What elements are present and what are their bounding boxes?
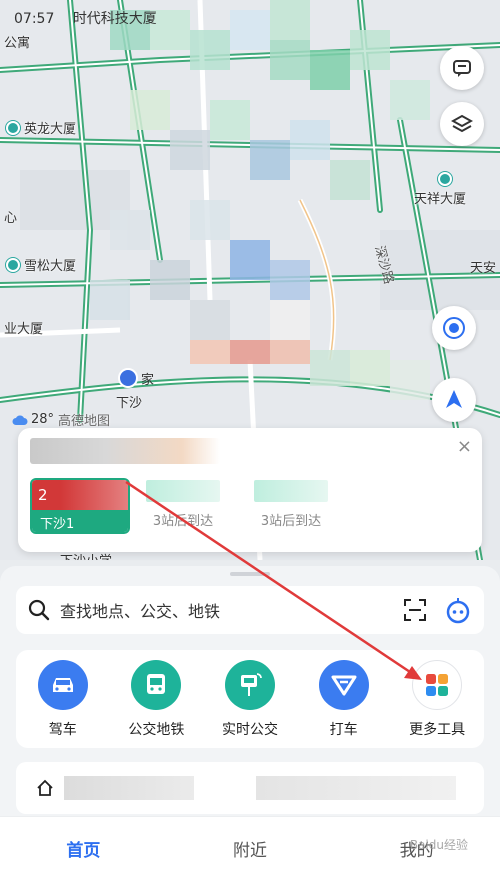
- home-icon: [118, 368, 138, 388]
- blurred-recent: [256, 776, 456, 800]
- map-label: 业大厦: [4, 322, 44, 337]
- car-icon: [37, 660, 88, 710]
- navigate-button[interactable]: [432, 378, 476, 422]
- message-button[interactable]: [440, 46, 484, 90]
- taxi-icon: [318, 660, 369, 710]
- map-label: 天安: [470, 261, 497, 276]
- status-bar: 07:57 时代科技大厦: [14, 8, 157, 28]
- voice-assistant-icon[interactable]: [444, 596, 472, 624]
- eta-text: 3站后到达: [152, 514, 214, 529]
- search-bar[interactable]: 查找地点、公交、地铁: [16, 586, 484, 634]
- stop-name: 下沙1: [40, 516, 75, 532]
- tool-label: 更多工具: [409, 722, 466, 738]
- home-marker[interactable]: 家: [118, 368, 154, 388]
- bus-stop-chip[interactable]: 2 下沙1: [30, 478, 130, 534]
- blurred-bus-name: [146, 480, 220, 502]
- poi-pin-icon: [438, 172, 452, 186]
- poi-pin-icon: [6, 120, 20, 135]
- locate-button[interactable]: [432, 306, 476, 350]
- map-brand: 高德地图: [58, 414, 111, 429]
- tab-nearby[interactable]: 附近: [167, 817, 334, 879]
- eta-text: 3站后到达: [260, 514, 322, 529]
- poi-label: 雪松大厦: [24, 259, 77, 274]
- poi-label: 天祥大厦: [414, 192, 467, 207]
- search-input[interactable]: 查找地点、公交、地铁: [60, 598, 402, 622]
- home-label: 家: [141, 372, 155, 388]
- tool-taxi[interactable]: 打车: [302, 660, 386, 739]
- status-time: 07:57: [14, 11, 55, 27]
- tool-realtime-bus[interactable]: 实时公交: [208, 660, 292, 739]
- search-icon: [28, 599, 50, 621]
- layers-button[interactable]: [440, 102, 484, 146]
- tool-more-tools[interactable]: 更多工具: [395, 660, 479, 739]
- map-label: 心: [4, 211, 18, 226]
- eta-item[interactable]: 3站后到达: [246, 480, 336, 529]
- scan-icon[interactable]: [402, 597, 428, 623]
- tool-transit[interactable]: 公交地铁: [114, 660, 198, 739]
- bus-arrival-card[interactable]: × 2 下沙1 3站后到达 3站后到达: [18, 428, 482, 552]
- weather-temp: 28°: [31, 412, 55, 427]
- tool-label: 打车: [329, 722, 358, 738]
- status-label: 时代科技大厦: [72, 11, 157, 27]
- blurred-title: [30, 438, 220, 464]
- poi-pin-icon: [6, 257, 20, 272]
- blurred-recent: [64, 776, 194, 800]
- message-icon: [453, 60, 471, 77]
- bus-stop-sign-icon: [224, 660, 275, 710]
- map-label: 公寓: [4, 36, 31, 51]
- bus-icon: [131, 660, 182, 710]
- blurred-region: [90, 0, 430, 400]
- app-grid-icon: [412, 660, 463, 710]
- navigation-arrow-icon: [446, 390, 462, 408]
- map-label: 下沙: [116, 396, 143, 411]
- home-outline-icon: [37, 779, 53, 796]
- cloud-icon: [12, 415, 28, 425]
- blurred-bus-name: [254, 480, 328, 502]
- poi-yinglong[interactable]: 英龙大厦: [6, 118, 76, 137]
- sheet-handle[interactable]: [230, 572, 270, 576]
- weather-widget[interactable]: 28° 高德地图: [12, 410, 110, 429]
- layers-icon: [451, 114, 473, 133]
- close-icon[interactable]: ×: [457, 436, 472, 457]
- stop-number: 2: [38, 486, 48, 504]
- tab-home[interactable]: 首页: [0, 817, 167, 879]
- locate-icon: [443, 317, 465, 339]
- eta-item[interactable]: 3站后到达: [138, 480, 228, 529]
- poi-label: 英龙大厦: [24, 122, 77, 137]
- poi-tianxiang[interactable]: 天祥大厦: [414, 172, 466, 207]
- tool-drive[interactable]: 驾车: [21, 660, 105, 739]
- tool-label: 公交地铁: [128, 722, 185, 738]
- watermark: Baidu经验: [409, 838, 468, 852]
- poi-xuesong[interactable]: 雪松大厦: [6, 255, 76, 274]
- quick-tools: 驾车 公交地铁 实时公交 打车 更多工具: [16, 650, 484, 748]
- tool-label: 驾车: [48, 722, 77, 738]
- tool-label: 实时公交: [221, 722, 278, 738]
- recent-places[interactable]: [16, 762, 484, 814]
